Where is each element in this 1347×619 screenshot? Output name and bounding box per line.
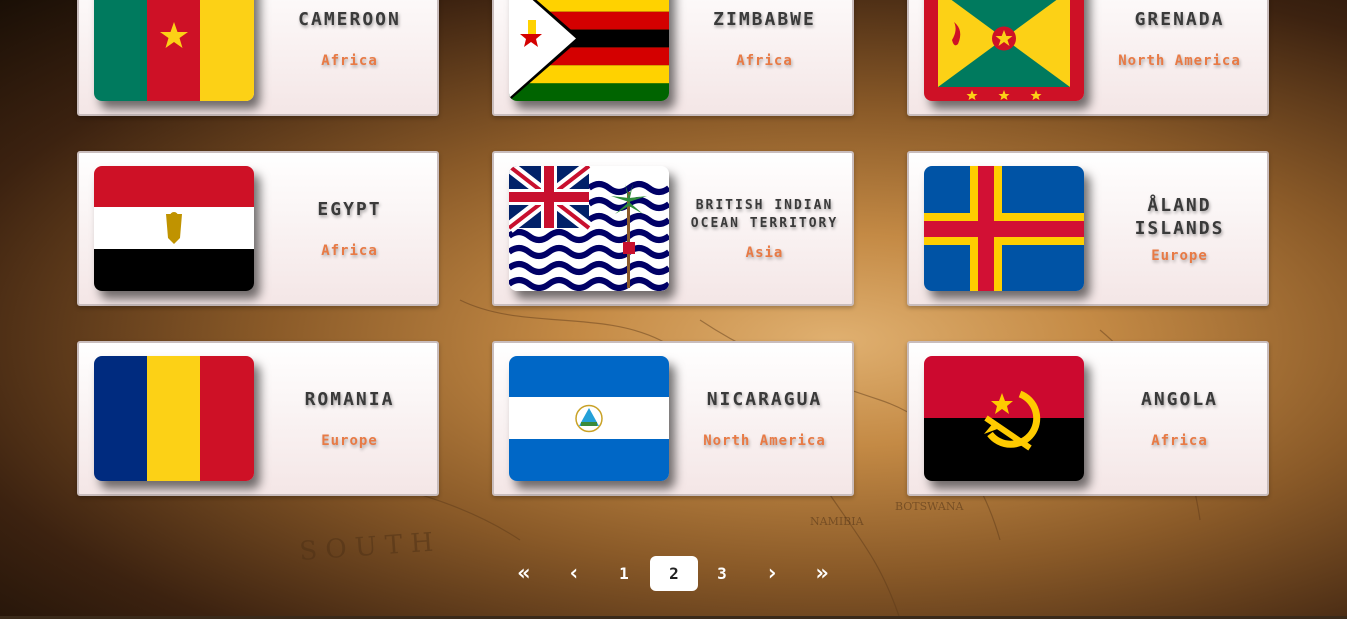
country-region: Europe: [1151, 247, 1208, 264]
country-region: North America: [1118, 53, 1241, 69]
country-name: EGYPT: [317, 199, 382, 220]
country-name: GRENADA: [1134, 9, 1225, 30]
pagination: « ‹ 1 2 3 › »: [500, 556, 850, 592]
country-name: BRITISH INDIAN OCEAN TERRITORY: [690, 197, 839, 231]
flag-cameroon: [94, 0, 254, 101]
next-page-button[interactable]: ›: [748, 556, 796, 591]
country-card-egypt[interactable]: EGYPT Africa: [77, 151, 439, 306]
country-name: NICARAGUA: [706, 389, 823, 410]
flag-aland-islands: [924, 166, 1084, 291]
country-name: ANGOLA: [1140, 389, 1219, 410]
prev-page-button[interactable]: ‹: [550, 556, 598, 591]
flag-zimbabwe: [509, 0, 669, 101]
country-name: ÅLAND ISLANDS: [1134, 194, 1225, 239]
page-2-button[interactable]: 2: [650, 556, 698, 591]
country-region: North America: [703, 433, 826, 449]
last-page-button[interactable]: »: [798, 556, 846, 591]
country-name: CAMEROON: [298, 9, 401, 30]
page-1-button[interactable]: 1: [600, 556, 648, 591]
country-card-angola[interactable]: ANGOLA Africa: [907, 341, 1269, 496]
svg-text:S O U T H: S O U T H: [298, 528, 434, 567]
country-region: Europe: [321, 433, 378, 449]
first-page-button[interactable]: «: [500, 556, 548, 591]
country-region: Africa: [321, 243, 378, 259]
country-name: ROMANIA: [304, 389, 395, 410]
flag-british-indian-ocean-territory: [509, 166, 669, 291]
flag-nicaragua: [509, 356, 669, 481]
country-region: Africa: [736, 53, 793, 69]
country-card-cameroon[interactable]: CAMEROON Africa: [77, 0, 439, 116]
country-card-nicaragua[interactable]: NICARAGUA North America: [492, 341, 854, 496]
country-name: ZIMBABWE: [713, 9, 816, 30]
svg-text:NAMIBIA: NAMIBIA: [810, 515, 865, 528]
flag-grenada: [924, 0, 1084, 101]
flag-angola: [924, 356, 1084, 481]
country-region: Africa: [321, 53, 378, 69]
country-card-romania[interactable]: ROMANIA Europe: [77, 341, 439, 496]
page-3-button[interactable]: 3: [698, 556, 746, 591]
country-region: Africa: [1151, 433, 1208, 449]
country-region: Asia: [745, 244, 784, 261]
svg-text:BOTSWANA: BOTSWANA: [895, 500, 965, 513]
country-card-british-indian-ocean-territory[interactable]: BRITISH INDIAN OCEAN TERRITORY Asia: [492, 151, 854, 306]
country-card-grenada[interactable]: GRENADA North America: [907, 0, 1269, 116]
country-card-aland-islands[interactable]: ÅLAND ISLANDS Europe: [907, 151, 1269, 306]
country-card-zimbabwe[interactable]: ZIMBABWE Africa: [492, 0, 854, 116]
flag-egypt: [94, 166, 254, 291]
flag-romania: [94, 356, 254, 481]
